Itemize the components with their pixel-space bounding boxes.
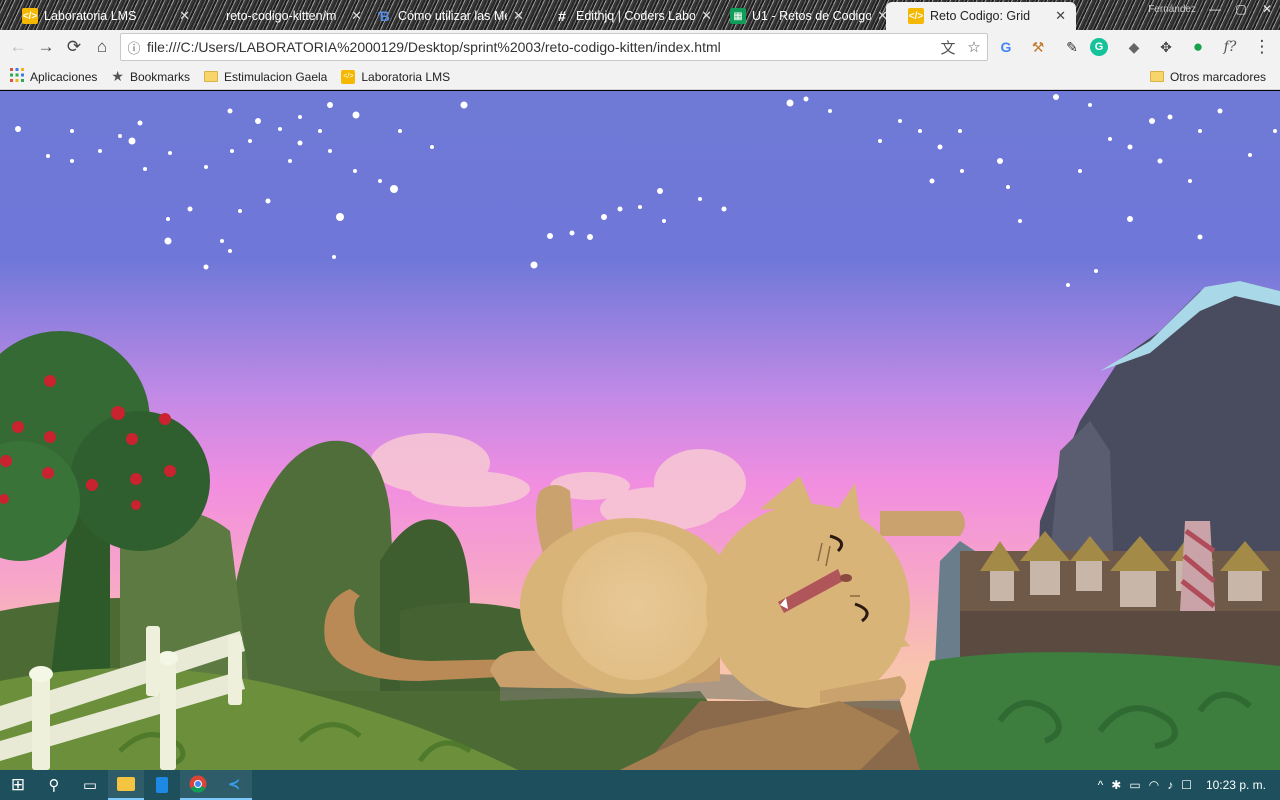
cat-belly bbox=[562, 532, 710, 680]
slack-icon: # bbox=[558, 8, 566, 24]
notifications-icon[interactable]: ☐ bbox=[1181, 778, 1192, 792]
github-icon bbox=[204, 8, 220, 24]
tab-laboratoria-lms[interactable]: </> Laboratoria LMS ✕ bbox=[0, 2, 200, 30]
translate-icon[interactable]: 文 bbox=[935, 37, 961, 58]
front-grass-right bbox=[900, 652, 1280, 770]
other-bookmarks-label: Otros marcadores bbox=[1169, 69, 1266, 84]
tab-como-utilizar[interactable]: Ɓ Cómo utilizar las Me ✕ bbox=[354, 2, 534, 30]
windows-taskbar: ⊞ ⚲ ▭ ≺ ^ ✱ ▭ ◠ ♪ ☐ 10:23 p. m. bbox=[0, 770, 1280, 800]
minimize-button[interactable]: — bbox=[1202, 0, 1228, 18]
tab-title: Edithjq | Coders Labo bbox=[576, 9, 696, 23]
translate-extension-icon[interactable]: G bbox=[994, 35, 1018, 59]
window-controls: Fernández — ▢ ✕ bbox=[1142, 0, 1280, 20]
url-text[interactable]: file:///C:/Users/LABORATORIA%2000129/Des… bbox=[147, 39, 935, 55]
bookmark-bookmarks[interactable]: ★ Bookmarks bbox=[111, 68, 190, 85]
back-button[interactable]: ← bbox=[4, 33, 32, 61]
bluetooth-icon[interactable]: ✱ bbox=[1111, 778, 1121, 792]
page-viewport bbox=[0, 91, 1280, 770]
volume-icon[interactable]: ♪ bbox=[1167, 778, 1173, 792]
tab-title: reto-codigo-kitten/m bbox=[226, 9, 337, 23]
star-icon: ★ bbox=[111, 68, 124, 84]
tab-title: U1 - Retos de Codigo bbox=[752, 9, 872, 23]
tab-title: Reto Codigo: Grid bbox=[930, 9, 1031, 23]
home-button[interactable]: ⌂ bbox=[88, 33, 116, 61]
cat-nose bbox=[840, 574, 852, 582]
maximize-button[interactable]: ▢ bbox=[1228, 0, 1254, 18]
bookmark-label: Laboratoria LMS bbox=[361, 69, 451, 84]
tab-edithjq-coders[interactable]: # Edithjq | Coders Labo ✕ bbox=[532, 2, 722, 30]
sheets-icon: ▦ bbox=[730, 8, 746, 24]
formula-extension-icon[interactable]: f? bbox=[1218, 35, 1242, 59]
reload-button[interactable]: ⟳ bbox=[60, 33, 88, 61]
address-bar[interactable]: ⓘ file:///C:/Users/LABORATORIA%2000129/D… bbox=[120, 33, 988, 61]
cat-head bbox=[706, 504, 910, 708]
show-hidden-icons[interactable]: ^ bbox=[1098, 778, 1104, 792]
bookmark-label: Estimulacion Gaela bbox=[223, 69, 328, 84]
laboratoria-icon: </> bbox=[341, 69, 356, 84]
toolbox-extension-icon[interactable]: ⚒ bbox=[1026, 35, 1050, 59]
apps-grid-icon bbox=[10, 68, 24, 85]
wifi-icon[interactable]: ◠ bbox=[1149, 778, 1159, 792]
layers-extension-icon[interactable]: ◆ bbox=[1122, 35, 1146, 59]
colorpicker-extension-icon[interactable]: ✎ bbox=[1060, 35, 1084, 59]
close-tab-icon[interactable]: ✕ bbox=[513, 8, 524, 24]
blog-icon: Ɓ bbox=[378, 8, 390, 24]
bookmark-laboratoria-lms[interactable]: </> Laboratoria LMS bbox=[341, 69, 451, 84]
folder-icon bbox=[203, 71, 218, 82]
tab-u1-retos[interactable]: ▦ U1 - Retos de Codigo ✕ bbox=[708, 2, 898, 30]
file-explorer-icon[interactable] bbox=[108, 770, 144, 800]
tab-title: Cómo utilizar las Me bbox=[398, 9, 508, 23]
forward-button[interactable]: → bbox=[32, 33, 60, 61]
battery-icon[interactable]: ▭ bbox=[1129, 778, 1140, 792]
start-button[interactable]: ⊞ bbox=[0, 770, 36, 800]
system-tray: ^ ✱ ▭ ◠ ♪ ☐ 10:23 p. m. bbox=[1098, 770, 1266, 800]
close-tab-icon[interactable]: ✕ bbox=[1055, 8, 1066, 24]
apps-shortcut[interactable]: Aplicaciones bbox=[10, 68, 97, 85]
cat-arm bbox=[880, 511, 965, 536]
other-bookmarks[interactable]: Otros marcadores bbox=[1149, 69, 1266, 84]
bookmark-label: Bookmarks bbox=[129, 69, 190, 84]
ruler-extension-icon[interactable]: ✥ bbox=[1154, 35, 1178, 59]
kitten-scene bbox=[0, 91, 1280, 770]
task-view-button[interactable]: ▭ bbox=[72, 770, 108, 800]
bookmark-estimulacion-gaela[interactable]: Estimulacion Gaela bbox=[203, 69, 328, 84]
search-button[interactable]: ⚲ bbox=[36, 770, 72, 800]
profile-button[interactable]: Fernández bbox=[1142, 0, 1202, 18]
bookmark-star-icon[interactable]: ☆ bbox=[961, 38, 987, 56]
calculator-icon[interactable] bbox=[144, 770, 180, 800]
tab-title: Laboratoria LMS bbox=[44, 9, 137, 23]
evernote-extension-icon[interactable]: ● bbox=[1186, 35, 1210, 59]
laboratoria-icon: </> bbox=[908, 8, 924, 24]
bookmarks-bar: Aplicaciones ★ Bookmarks Estimulacion Ga… bbox=[0, 64, 1280, 90]
chrome-icon[interactable] bbox=[180, 770, 216, 800]
grammarly-extension-icon[interactable]: G bbox=[1090, 38, 1108, 56]
folder-icon bbox=[1149, 71, 1164, 82]
close-window-button[interactable]: ✕ bbox=[1254, 0, 1280, 18]
tab-strip: </> Laboratoria LMS ✕ reto-codigo-kitten… bbox=[0, 0, 1280, 30]
clock[interactable]: 10:23 p. m. bbox=[1206, 778, 1266, 792]
info-icon[interactable]: ⓘ bbox=[121, 38, 147, 57]
tab-reto-codigo-kitten[interactable]: reto-codigo-kitten/m ✕ bbox=[182, 2, 372, 30]
apps-label: Aplicaciones bbox=[30, 69, 98, 84]
laboratoria-icon: </> bbox=[22, 8, 38, 24]
browser-toolbar: ← → ⟳ ⌂ ⓘ file:///C:/Users/LABORATORIA%2… bbox=[0, 30, 1280, 64]
vscode-icon[interactable]: ≺ bbox=[216, 770, 252, 800]
tab-reto-codigo-grid[interactable]: </> Reto Codigo: Grid ✕ bbox=[886, 2, 1076, 30]
chrome-menu-icon[interactable]: ⋮ bbox=[1250, 35, 1274, 59]
